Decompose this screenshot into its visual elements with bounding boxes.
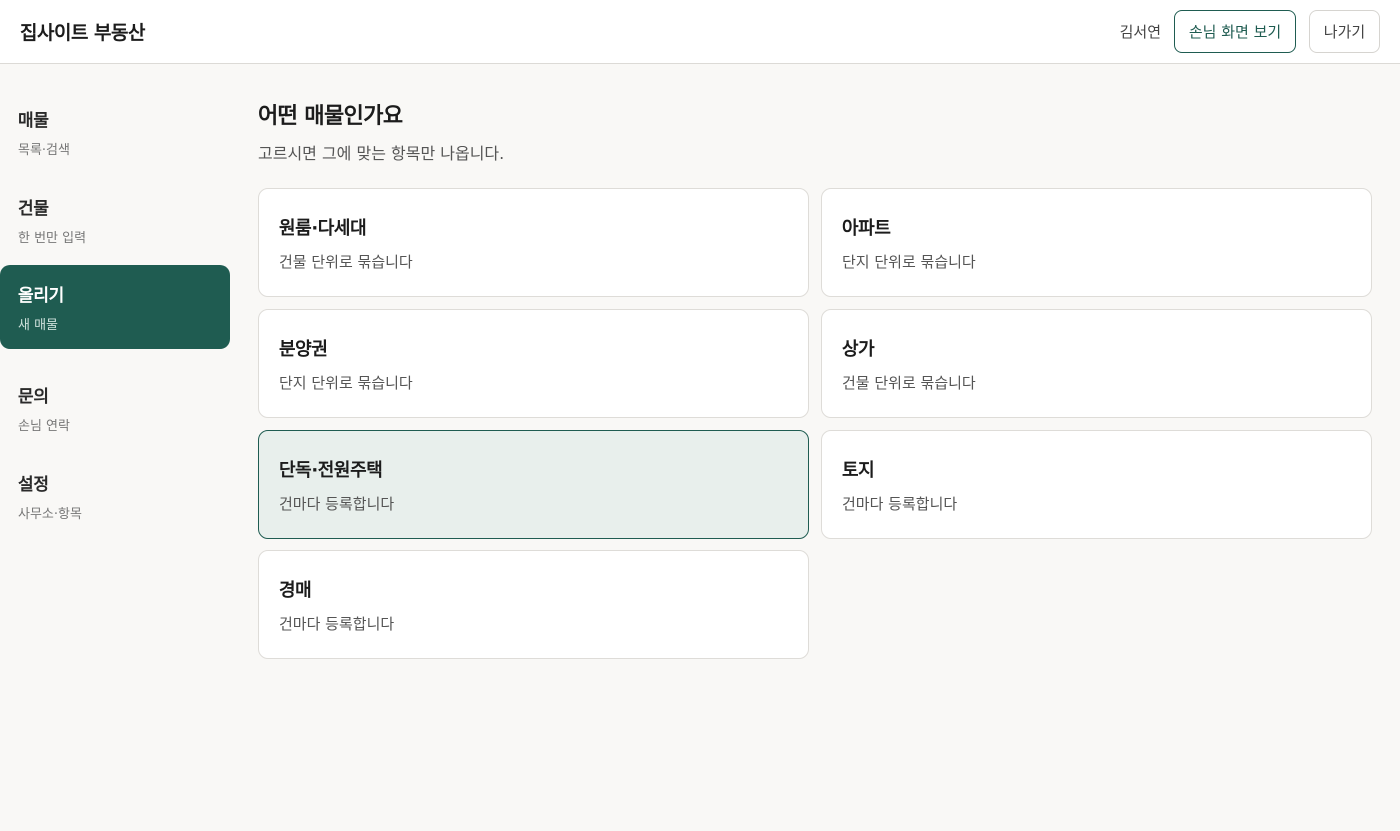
property-type-option-oneroom[interactable]: 원룸·다세대 건물 단위로 묶습니다 [258,188,809,297]
option-description: 건마다 등록합니다 [842,495,958,513]
sidebar-item-title: 매물 [18,111,49,131]
exit-button[interactable]: 나가기 [1309,10,1380,53]
sidebar-item-subtitle: 새 매물 [18,318,59,333]
page-description: 고르시면 그에 맞는 항목만 나옵니다. [258,144,505,163]
option-title: 상가 [842,339,875,360]
option-description: 건물 단위로 묶습니다 [842,374,976,392]
option-title: 토지 [842,460,875,481]
option-description: 건물 단위로 묶습니다 [279,253,413,271]
option-title: 단독·전원주택 [279,460,383,481]
sidebar-item-subtitle: 목록·검색 [18,143,70,158]
option-title: 아파트 [842,218,891,239]
user-name: 김서연 [1119,23,1161,41]
brand-title: 집사이트 부동산 [20,22,145,44]
property-type-option-apartment[interactable]: 아파트 단지 단위로 묶습니다 [821,188,1372,297]
option-title: 원룸·다세대 [279,218,367,239]
property-type-option-presale-right[interactable]: 분양권 단지 단위로 묶습니다 [258,309,809,418]
sidebar-item-upload[interactable]: 올리기 새 매물 [0,265,230,349]
property-type-option-retail[interactable]: 상가 건물 단위로 묶습니다 [821,309,1372,418]
sidebar-item-listings[interactable]: 매물 목록·검색 [0,90,230,174]
sidebar-item-settings[interactable]: 설정 사무소·항목 [0,454,230,538]
option-description: 단지 단위로 묶습니다 [279,374,413,392]
page-title: 어떤 매물인가요 [258,104,403,129]
option-title: 분양권 [279,339,328,360]
customer-view-button[interactable]: 손님 화면 보기 [1174,10,1296,53]
property-type-option-auction[interactable]: 경매 건마다 등록합니다 [258,550,809,659]
sidebar-item-subtitle: 한 번만 입력 [18,231,87,246]
sidebar-item-subtitle: 사무소·항목 [18,507,82,522]
sidebar-item-title: 문의 [18,387,49,407]
sidebar-item-buildings[interactable]: 건물 한 번만 입력 [0,178,230,262]
property-type-option-land[interactable]: 토지 건마다 등록합니다 [821,430,1372,539]
option-description: 건마다 등록합니다 [279,495,395,513]
sidebar-item-title: 올리기 [18,286,65,306]
top-bar: 집사이트 부동산 김서연 손님 화면 보기 나가기 [0,0,1400,64]
sidebar-item-subtitle: 손님 연락 [18,419,70,434]
sidebar-item-title: 설정 [18,475,49,495]
option-title: 경매 [279,580,312,601]
option-description: 건마다 등록합니다 [279,615,395,633]
sidebar-item-title: 건물 [18,199,49,219]
property-type-option-detached-house[interactable]: 단독·전원주택 건마다 등록합니다 [258,430,809,539]
option-description: 단지 단위로 묶습니다 [842,253,976,271]
header-actions: 김서연 손님 화면 보기 나가기 [1120,10,1380,53]
sidebar-item-inquiries[interactable]: 문의 손님 연락 [0,366,230,450]
